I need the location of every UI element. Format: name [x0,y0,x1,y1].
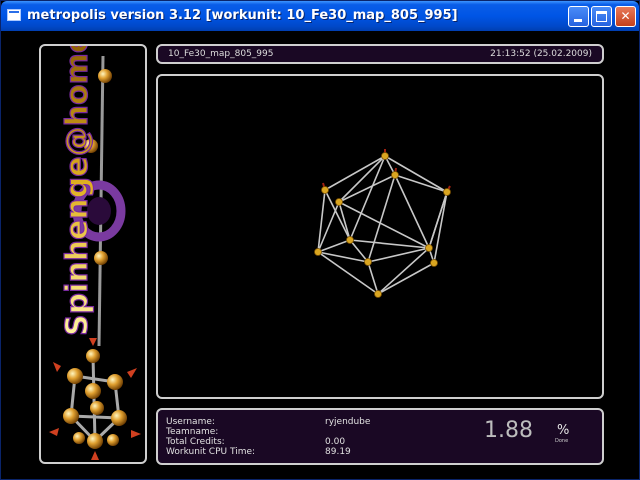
stats-panel: Username: ryjendube Teamname: Total Cred… [156,408,604,465]
maximize-button[interactable] [591,6,612,27]
app-window-icon[interactable] [7,9,21,21]
title-bar[interactable]: metropolis version 3.12 [workunit: 10_Fe… [1,1,639,31]
spinhenge-logo: Spinhenge@home [49,46,141,460]
workunit-name: 10_Fe30_map_805_995 [168,49,274,59]
cpu-time-value: 89.19 [325,447,351,457]
app-window: metropolis version 3.12 [workunit: 10_Fe… [0,0,640,480]
credits-value: 0.00 [325,437,346,447]
percent-sign: % [557,423,570,438]
window-title: metropolis version 3.12 [workunit: 10_Fe… [27,8,458,23]
minimize-icon [574,19,582,22]
logo-text: Spinhenge@home [60,46,95,336]
timestamp: 21:13:52 (25.02.2009) [490,49,592,59]
logo-molecule [49,338,141,460]
username-label: Username: [166,417,215,427]
close-button[interactable]: ✕ [615,6,636,27]
logo-panel: Spinhenge@home [39,44,147,464]
percent-done-value: 1.88 [484,418,533,443]
username-value: ryjendube [325,417,371,427]
maximize-icon [596,11,607,22]
done-label: Done [555,438,569,444]
molecule-viewport[interactable] [156,74,604,399]
credits-label: Total Credits: [166,437,225,447]
workunit-header: 10_Fe30_map_805_995 21:13:52 (25.02.2009… [156,44,604,64]
minimize-button[interactable] [568,6,589,27]
cpu-time-label: Workunit CPU Time: [166,447,256,457]
icosahedron-molecule [314,149,451,298]
teamname-label: Teamname: [166,427,219,437]
